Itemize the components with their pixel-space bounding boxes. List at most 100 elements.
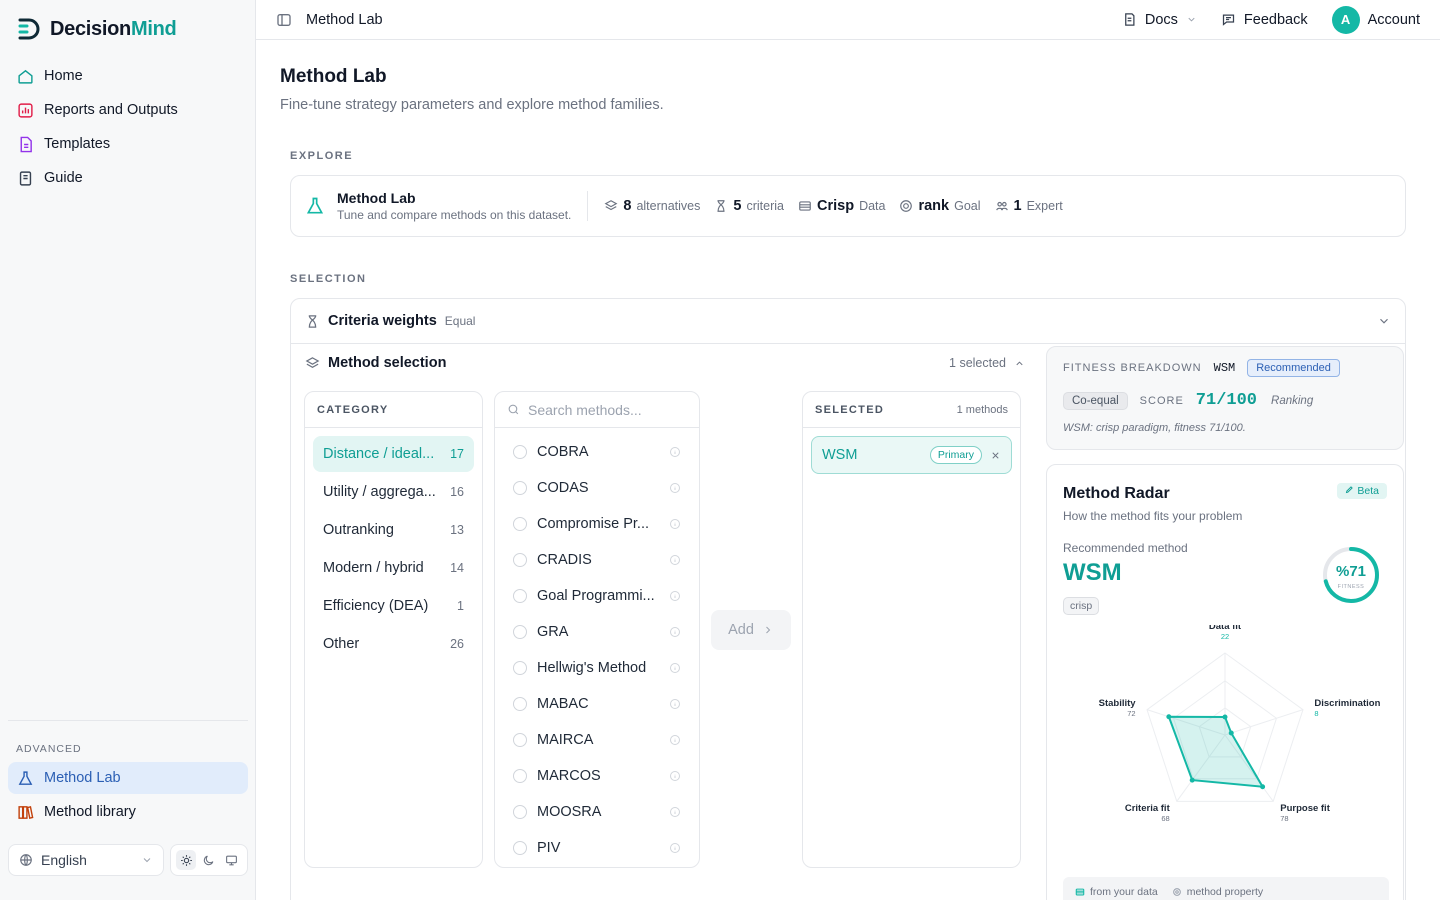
radio-button[interactable] (513, 697, 527, 711)
info-icon[interactable] (669, 446, 681, 458)
sun-icon[interactable] (176, 850, 197, 870)
criteria-weights-value: Equal (444, 314, 476, 328)
nav-guide-label: Guide (44, 170, 83, 186)
flask-icon (16, 769, 34, 787)
method-selection-header: Method selection 1 selected (305, 355, 1025, 371)
radio-button[interactable] (513, 733, 527, 747)
account-button[interactable]: A Account (1331, 5, 1420, 34)
info-icon[interactable] (669, 842, 681, 854)
nav-method-lab[interactable]: Method Lab (8, 762, 248, 794)
method-list-item[interactable]: GRA (495, 614, 699, 650)
recommended-method-value: WSM (1063, 559, 1122, 586)
layers-icon (604, 200, 618, 211)
feedback-button[interactable]: Feedback (1221, 12, 1308, 28)
radar-point (1260, 784, 1266, 790)
info-icon[interactable] (669, 482, 681, 494)
add-button[interactable]: Add (711, 610, 791, 650)
method-list-item[interactable]: PIV (495, 830, 699, 866)
category-item[interactable]: Utility / aggrega... 16 (313, 474, 474, 510)
method-list-item[interactable]: MARCOS (495, 758, 699, 794)
nav-home[interactable]: Home (8, 60, 248, 92)
radar-chart: Data fit22 Discrimination8 Purpose fit78 Cr… (1099, 625, 1381, 823)
info-icon[interactable] (669, 590, 681, 602)
category-item[interactable]: Outranking 13 (313, 512, 474, 548)
info-icon[interactable] (669, 734, 681, 746)
radio-button[interactable] (513, 553, 527, 567)
radar-axis-label: Purpose fit (1280, 803, 1330, 814)
explore-section-label: EXPLORE (290, 150, 354, 162)
radar-axis-value: 8 (1314, 709, 1318, 718)
info-icon[interactable] (669, 698, 681, 710)
close-icon[interactable] (990, 450, 1001, 461)
radio-button[interactable] (513, 445, 527, 459)
radio-button[interactable] (513, 769, 527, 783)
category-panel: CATEGORY Distance / ideal... 17 Utility /… (304, 391, 483, 868)
nav-templates[interactable]: Templates (8, 128, 248, 160)
language-select[interactable]: English (8, 844, 164, 876)
chevron-down-icon (143, 858, 151, 863)
radio-button[interactable] (513, 481, 527, 495)
explore-title: Method Lab (337, 190, 416, 206)
info-icon[interactable] (669, 806, 681, 818)
method-list-item[interactable]: MABAC (495, 686, 699, 722)
category-item[interactable]: Other 26 (313, 626, 474, 662)
radio-button[interactable] (513, 589, 527, 603)
database-icon (1075, 888, 1085, 896)
radio-button[interactable] (513, 625, 527, 639)
selected-method-chip[interactable]: WSM Primary (811, 436, 1012, 474)
method-list-item[interactable]: Goal Programmi... (495, 578, 699, 614)
criteria-weights-row[interactable]: Criteria weights Equal (291, 299, 1405, 344)
docs-menu-button[interactable]: Docs (1122, 12, 1197, 28)
method-list-item[interactable]: MOOSRA (495, 794, 699, 830)
radar-legend: from your data method property (1063, 877, 1389, 900)
method-name: MABAC (537, 696, 589, 712)
fitness-note: WSM: crisp paradigm, fitness 71/100. (1063, 422, 1246, 434)
pencil-icon (1346, 486, 1354, 494)
fitness-ring: %71 FITNESS (1323, 547, 1379, 603)
explore-card: Method Lab Tune and compare methods on t… (290, 175, 1406, 237)
score-value: 71/100 (1195, 391, 1258, 410)
recommended-badge: Recommended (1247, 359, 1340, 377)
method-list-item[interactable]: MAIRCA (495, 722, 699, 758)
radio-button[interactable] (513, 517, 527, 531)
docs-label: Docs (1144, 11, 1178, 28)
chevron-down-icon[interactable] (1377, 314, 1391, 328)
app-logo[interactable]: DecisionMind (16, 16, 177, 42)
method-list-item[interactable]: CRADIS (495, 542, 699, 578)
monitor-icon[interactable] (222, 850, 242, 870)
advanced-label: ADVANCED (16, 743, 82, 755)
theme-switcher (170, 844, 248, 876)
nav-reports-label: Reports and Outputs (44, 102, 178, 118)
app-name: DecisionMind (50, 17, 177, 40)
nav-guide[interactable]: Guide (8, 162, 248, 194)
method-list-item[interactable]: CODAS (495, 470, 699, 506)
category-item[interactable]: Efficiency (DEA) 1 (313, 588, 474, 624)
fitness-type: Ranking (1271, 394, 1314, 407)
info-icon[interactable] (669, 662, 681, 674)
category-item[interactable]: Distance / ideal... 17 (313, 436, 474, 472)
moon-icon[interactable] (199, 850, 219, 870)
radio-button[interactable] (513, 841, 527, 855)
radio-button[interactable] (513, 805, 527, 819)
radio-button[interactable] (513, 661, 527, 675)
method-selection-count[interactable]: 1 selected (949, 356, 1025, 370)
nav-reports[interactable]: Reports and Outputs (8, 94, 248, 126)
sidebar-toggle-icon[interactable] (276, 12, 292, 28)
nav-method-library[interactable]: Method library (8, 796, 248, 828)
category-item[interactable]: Modern / hybrid 14 (313, 550, 474, 586)
method-list-item[interactable]: Compromise Pr... (495, 506, 699, 542)
method-name: PIV (537, 840, 561, 856)
search-input[interactable]: Search methods... (495, 392, 699, 428)
info-icon[interactable] (669, 554, 681, 566)
method-list-item[interactable]: COBRA (495, 434, 699, 470)
info-icon[interactable] (669, 770, 681, 782)
methods-panel: Search methods... COBRA CODAS Compromise P… (494, 391, 700, 868)
method-name: Goal Programmi... (537, 588, 655, 604)
selection-section-label: SELECTION (290, 273, 367, 285)
gear-icon (1172, 888, 1181, 896)
fitness-tag: Co-equal (1063, 391, 1128, 410)
method-name: COBRA (537, 444, 589, 460)
info-icon[interactable] (669, 626, 681, 638)
method-list-item[interactable]: Hellwig's Method (495, 650, 699, 686)
info-icon[interactable] (669, 518, 681, 530)
